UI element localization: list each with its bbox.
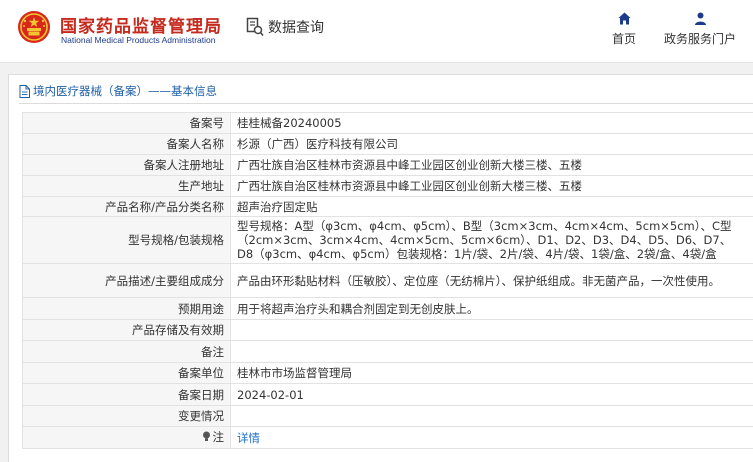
table-row: 备案日期 2024-02-01 xyxy=(22,383,753,406)
record-table: 备案号 桂桂械备20240005 备案人名称 杉源（广西）医疗科技有限公司 备案… xyxy=(22,112,753,449)
row-value xyxy=(230,318,753,342)
row-value xyxy=(230,340,753,363)
site-subtitle[interactable]: National Medical Products Administration xyxy=(61,35,216,45)
row-value: 广西壮族自治区桂林市资源县中峰工业园区创业创新大楼三楼、五楼 xyxy=(230,174,753,197)
table-row: 变更情况 xyxy=(22,404,753,428)
document-icon xyxy=(19,84,30,98)
table-row: 生产地址 广西壮族自治区桂林市资源县中峰工业园区创业创新大楼三楼、五楼 xyxy=(22,174,753,197)
user-icon xyxy=(694,12,706,25)
nav-home-label: 首页 xyxy=(611,32,636,46)
row-label: 产品名称/产品分类名称 xyxy=(22,195,231,218)
site-title[interactable]: 国家药品监督管理局 xyxy=(60,12,222,37)
row-label: 备案人名称 xyxy=(22,132,231,155)
table-row: 产品存储及有效期 xyxy=(22,318,753,342)
row-value: 型号规格：A型（φ3cm、φ4cm、φ5cm）、B型（3cm×3cm、4cm×4… xyxy=(230,216,753,265)
row-value: 杉源（广西）医疗科技有限公司 xyxy=(230,132,753,155)
row-label: 备案单位 xyxy=(22,361,231,385)
note-label: 注 xyxy=(212,429,225,444)
row-value: 桂林市市场监督管理局 xyxy=(230,361,753,385)
row-value: 超声治疗固定贴 xyxy=(230,195,753,218)
table-row: 备案号 桂桂械备20240005 xyxy=(22,112,753,134)
row-value: 桂桂械备20240005 xyxy=(230,112,753,134)
row-label: 生产地址 xyxy=(22,174,231,197)
table-row: 备案单位 桂林市市场监督管理局 xyxy=(22,361,753,385)
data-query-button[interactable]: 数据查询 xyxy=(246,16,324,38)
row-value: 2024-02-01 xyxy=(230,383,753,406)
row-label: 产品描述/主要组成成分 xyxy=(22,263,231,299)
row-label: 产品存储及有效期 xyxy=(22,318,231,342)
row-label: 备注 xyxy=(22,340,231,363)
data-query-icon xyxy=(246,17,264,37)
nav-service-portal-label: 政务服务门户 xyxy=(663,32,736,46)
row-label: 变更情况 xyxy=(22,404,231,428)
data-query-label: 数据查询 xyxy=(268,20,324,36)
row-label-note: 注 xyxy=(22,426,231,449)
row-label: 备案日期 xyxy=(22,383,231,406)
site-header: 国家药品监督管理局 National Medical Products Admi… xyxy=(0,0,753,62)
table-row: 备案人注册地址 广西壮族自治区桂林市资源县中峰工业园区创业创新大楼三楼、五楼 xyxy=(22,153,753,176)
lightbulb-icon xyxy=(202,431,210,442)
home-icon xyxy=(618,12,630,25)
row-value: 广西壮族自治区桂林市资源县中峰工业园区创业创新大楼三楼、五楼 xyxy=(230,153,753,176)
row-label: 预期用途 xyxy=(22,297,231,320)
record-card: 境内医疗器械（备案）——基本信息 备案号 桂桂械备20240005 备案人名称 … xyxy=(8,74,753,462)
table-row: 备案人名称 杉源（广西）医疗科技有限公司 xyxy=(22,132,753,155)
national-emblem-icon xyxy=(18,11,50,43)
row-value: 详情 xyxy=(230,426,753,449)
row-value: 产品由环形黏贴材料（压敏胶）、定位座（无纺棉片）、保护纸组成。非无菌产品，一次性… xyxy=(230,263,753,299)
table-row: 备注 xyxy=(22,340,753,363)
table-row: 预期用途 用于将超声治疗头和耦合剂固定到无创皮肤上。 xyxy=(22,297,753,320)
row-value: 用于将超声治疗头和耦合剂固定到无创皮肤上。 xyxy=(230,297,753,320)
section-title: 境内医疗器械（备案）——基本信息 xyxy=(19,84,217,98)
nav-service-portal[interactable]: 政务服务门户 xyxy=(660,12,740,47)
section-title-text: 境内医疗器械（备案）——基本信息 xyxy=(33,84,217,98)
row-label: 备案号 xyxy=(22,112,231,134)
section-divider xyxy=(19,103,753,104)
row-label: 型号规格/包装规格 xyxy=(22,216,231,265)
detail-link[interactable]: 详情 xyxy=(237,431,260,445)
table-row: 产品名称/产品分类名称 超声治疗固定贴 xyxy=(22,195,753,218)
table-row: 注 详情 xyxy=(22,426,753,449)
row-value xyxy=(230,404,753,428)
table-row: 型号规格/包装规格 型号规格：A型（φ3cm、φ4cm、φ5cm）、B型（3cm… xyxy=(22,216,753,265)
nav-home[interactable]: 首页 xyxy=(608,12,640,47)
row-label: 备案人注册地址 xyxy=(22,153,231,176)
table-row: 产品描述/主要组成成分 产品由环形黏贴材料（压敏胶）、定位座（无纺棉片）、保护纸… xyxy=(22,263,753,299)
